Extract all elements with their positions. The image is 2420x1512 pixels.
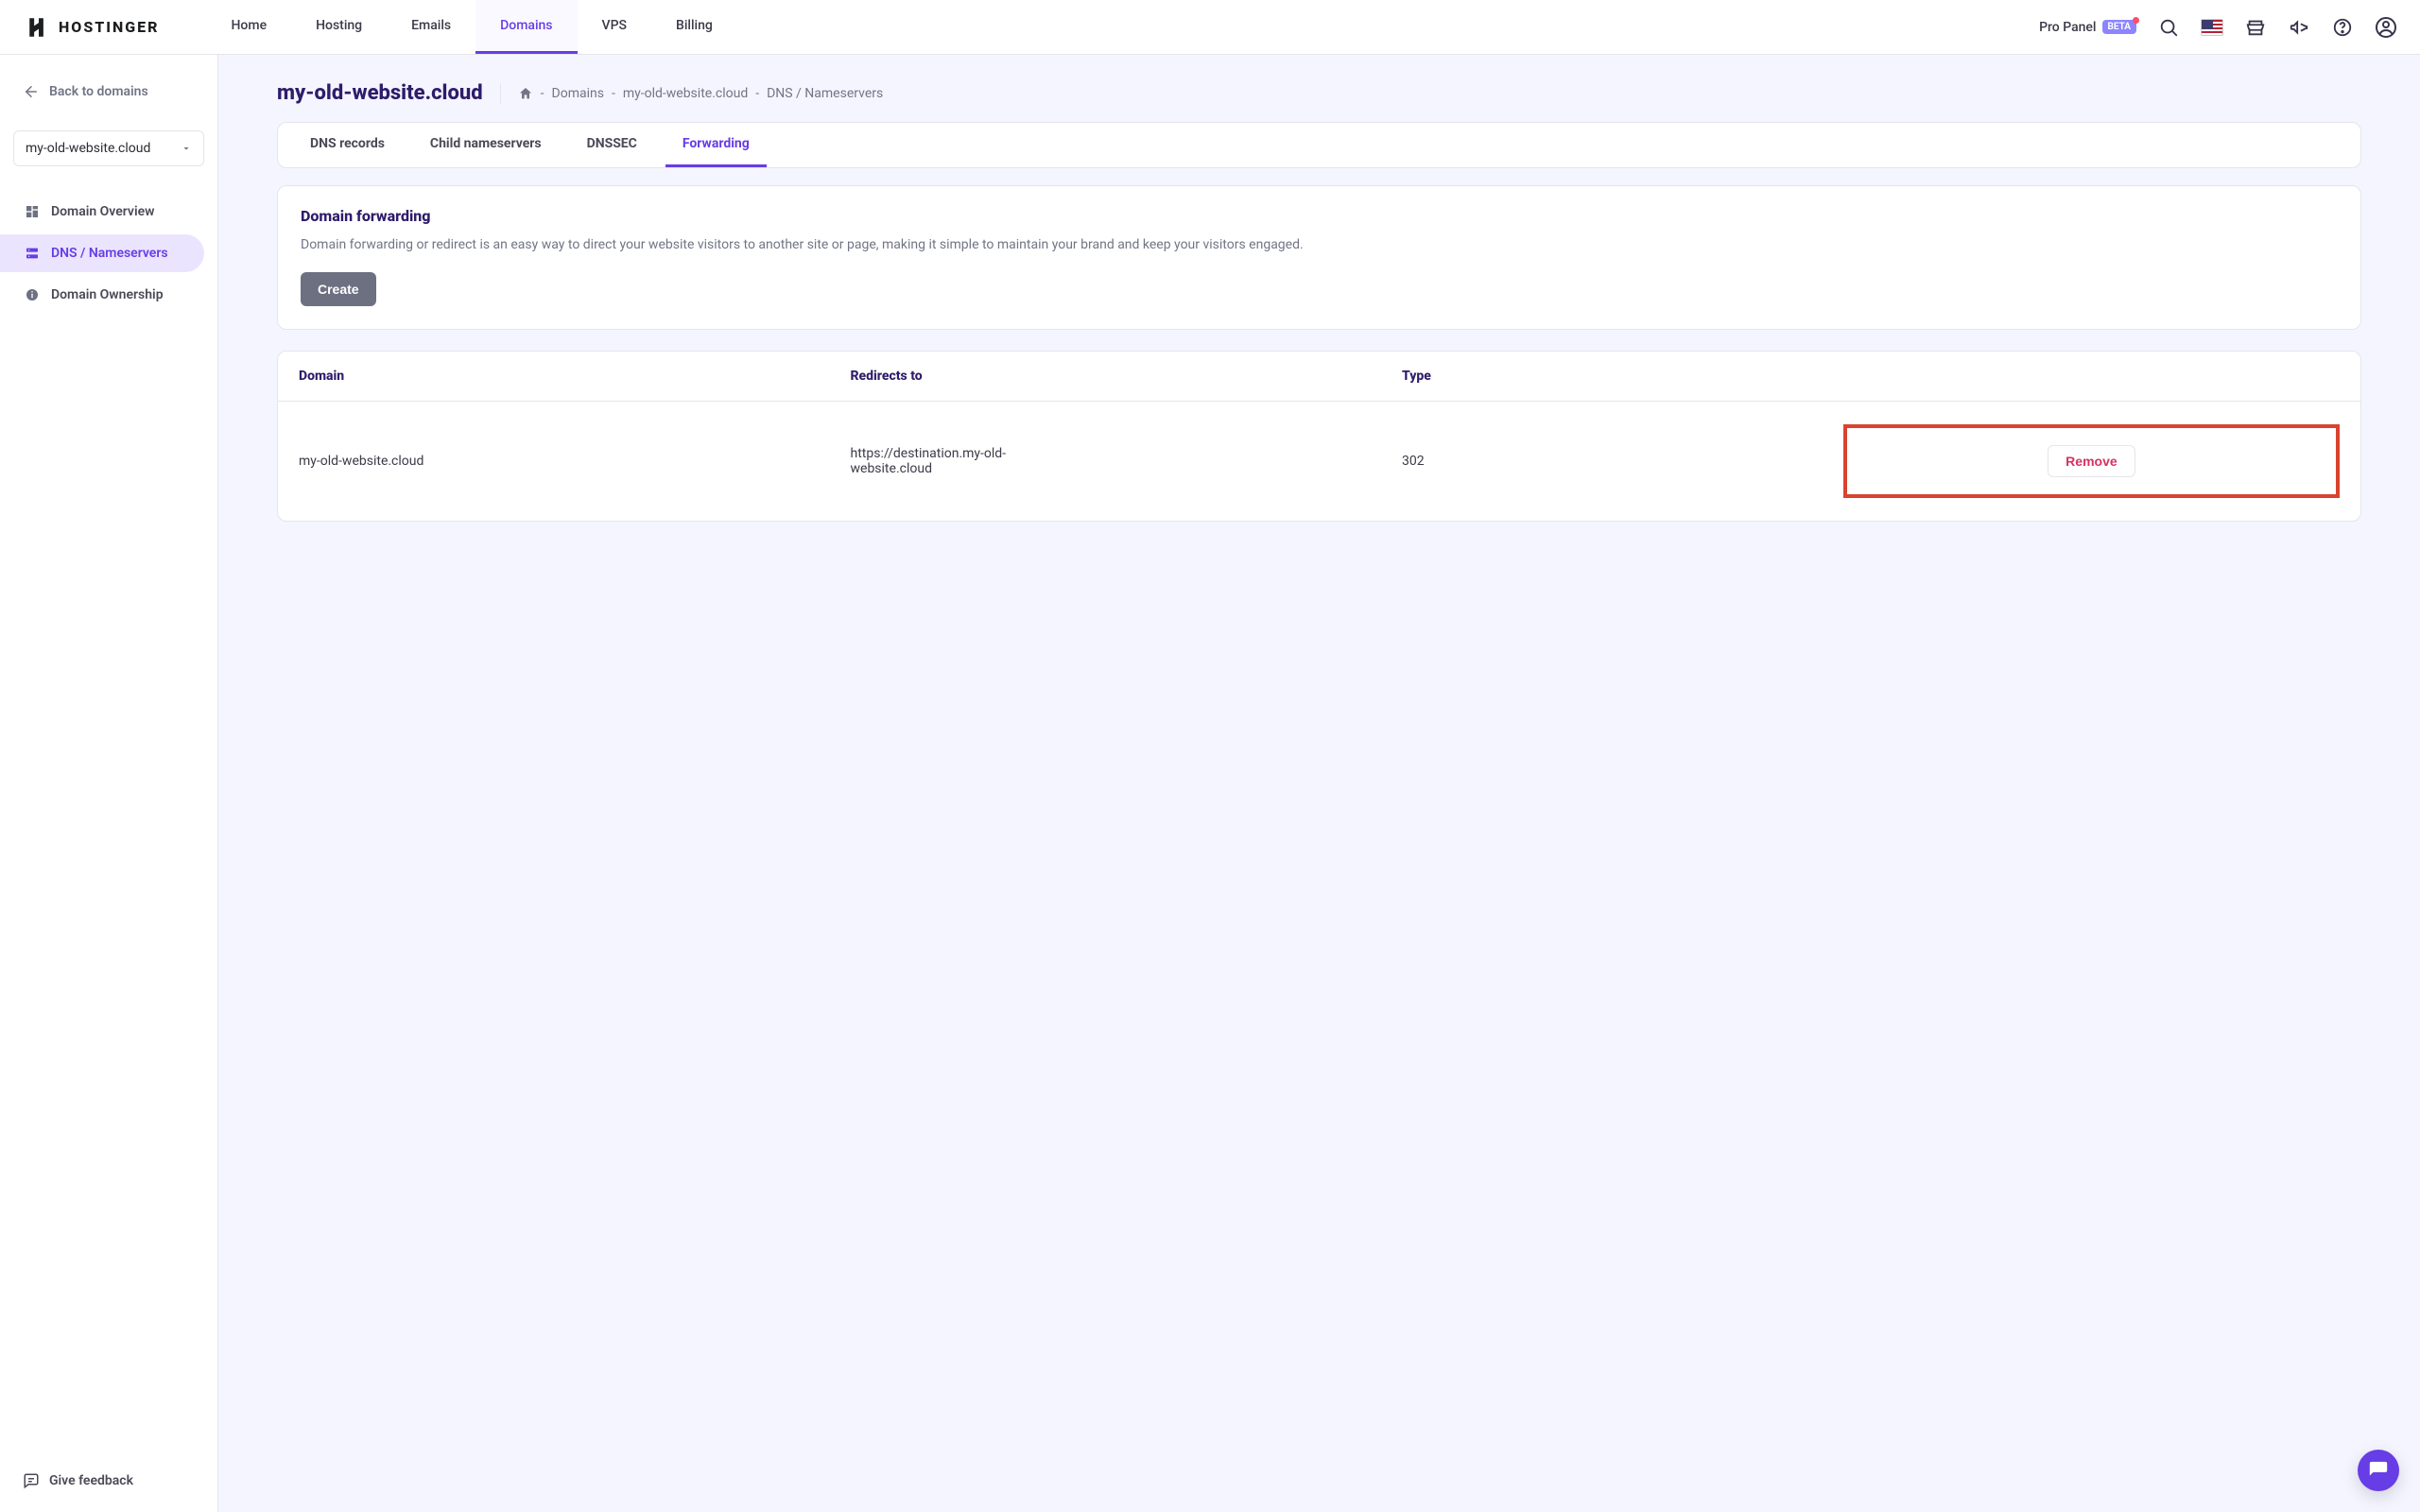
cell-domain: my-old-website.cloud xyxy=(299,454,851,469)
sidebar-item-domain-overview[interactable]: Domain Overview xyxy=(0,193,204,231)
sidebar-item-label: DNS / Nameservers xyxy=(51,246,168,261)
store-icon[interactable] xyxy=(2244,16,2267,39)
nav-home[interactable]: Home xyxy=(207,0,292,54)
sidebar-items: Domain Overview DNS / Nameservers Domain… xyxy=(13,193,204,314)
chevron-down-icon xyxy=(181,143,192,154)
chat-icon xyxy=(2368,1460,2389,1481)
feedback-label: Give feedback xyxy=(49,1473,133,1488)
breadcrumb-item[interactable]: Domains xyxy=(552,86,604,101)
table-row: my-old-website.cloud https://destination… xyxy=(278,402,2360,521)
col-header-type: Type xyxy=(1402,369,1843,384)
page-header: my-old-website.cloud - Domains - my-old-… xyxy=(277,81,2361,105)
give-feedback[interactable]: Give feedback xyxy=(13,1463,204,1499)
back-label: Back to domains xyxy=(49,84,148,99)
forwarding-table: Domain Redirects to Type my-old-website.… xyxy=(277,351,2361,522)
announcements-icon[interactable] xyxy=(2288,16,2310,39)
home-icon[interactable] xyxy=(518,86,533,101)
back-to-domains[interactable]: Back to domains xyxy=(13,76,204,108)
tab-forwarding[interactable]: Forwarding xyxy=(666,123,767,167)
page-title: my-old-website.cloud xyxy=(277,81,483,105)
dashboard-icon xyxy=(25,204,40,219)
tab-dns-records[interactable]: DNS records xyxy=(293,123,402,167)
sidebar-item-domain-ownership[interactable]: Domain Ownership xyxy=(0,276,204,314)
pro-panel-label: Pro Panel xyxy=(2039,20,2096,35)
top-nav: HOSTINGER Home Hosting Emails Domains VP… xyxy=(0,0,2420,55)
arrow-left-icon xyxy=(23,83,40,100)
tab-dnssec[interactable]: DNSSEC xyxy=(570,123,654,167)
locale-flag[interactable] xyxy=(2201,16,2223,39)
account-icon[interactable] xyxy=(2375,16,2397,39)
info-icon xyxy=(25,287,40,302)
nav-emails[interactable]: Emails xyxy=(387,0,475,54)
remove-button[interactable]: Remove xyxy=(2048,445,2135,477)
primary-nav: Home Hosting Emails Domains VPS Billing xyxy=(207,0,737,54)
tab-child-nameservers[interactable]: Child nameservers xyxy=(413,123,559,167)
nav-right: Pro Panel BETA xyxy=(2039,16,2397,39)
col-header-domain: Domain xyxy=(299,369,851,384)
flag-us-icon xyxy=(2201,19,2223,36)
breadcrumb: - Domains - my-old-website.cloud - DNS /… xyxy=(518,86,884,101)
cell-type: 302 xyxy=(1402,454,1843,469)
feedback-icon xyxy=(23,1472,40,1489)
chat-bubble[interactable] xyxy=(2358,1450,2399,1491)
remove-highlight: Remove xyxy=(1843,424,2340,498)
table-header-row: Domain Redirects to Type xyxy=(278,352,2360,402)
domain-forwarding-panel: Domain forwarding Domain forwarding or r… xyxy=(277,185,2361,330)
pro-panel-link[interactable]: Pro Panel BETA xyxy=(2039,20,2136,35)
help-icon[interactable] xyxy=(2331,16,2354,39)
nav-vps[interactable]: VPS xyxy=(578,0,651,54)
domain-select-value: my-old-website.cloud xyxy=(26,141,150,156)
brand-mark-icon xyxy=(26,15,51,40)
cell-redirects-to: https://destination.my-old-website.cloud xyxy=(851,446,1030,476)
panel-description: Domain forwarding or redirect is an easy… xyxy=(301,234,2338,255)
breadcrumb-sep: - xyxy=(755,86,759,101)
sidebar: Back to domains my-old-website.cloud Dom… xyxy=(0,55,218,1512)
panel-title: Domain forwarding xyxy=(301,207,2338,225)
nav-hosting[interactable]: Hosting xyxy=(291,0,387,54)
create-button[interactable]: Create xyxy=(301,272,376,306)
sidebar-item-label: Domain Overview xyxy=(51,204,154,219)
main-content: my-old-website.cloud - Domains - my-old-… xyxy=(218,55,2420,1512)
divider xyxy=(500,83,501,104)
dns-icon xyxy=(25,246,40,261)
dns-tabs: DNS records Child nameservers DNSSEC For… xyxy=(277,122,2361,168)
nav-domains[interactable]: Domains xyxy=(475,0,577,54)
beta-badge: BETA xyxy=(2102,20,2137,34)
col-header-redirects-to: Redirects to xyxy=(851,369,1403,384)
sidebar-item-label: Domain Ownership xyxy=(51,287,164,302)
breadcrumb-sep: - xyxy=(612,86,615,101)
brand-name: HOSTINGER xyxy=(59,18,160,36)
brand-logo[interactable]: HOSTINGER xyxy=(26,15,160,40)
nav-billing[interactable]: Billing xyxy=(651,0,737,54)
breadcrumb-item: DNS / Nameservers xyxy=(767,86,883,101)
breadcrumb-item[interactable]: my-old-website.cloud xyxy=(623,86,748,101)
search-icon[interactable] xyxy=(2157,16,2180,39)
domain-select[interactable]: my-old-website.cloud xyxy=(13,130,204,166)
sidebar-item-dns-nameservers[interactable]: DNS / Nameservers xyxy=(0,234,204,272)
breadcrumb-sep: - xyxy=(541,86,544,101)
